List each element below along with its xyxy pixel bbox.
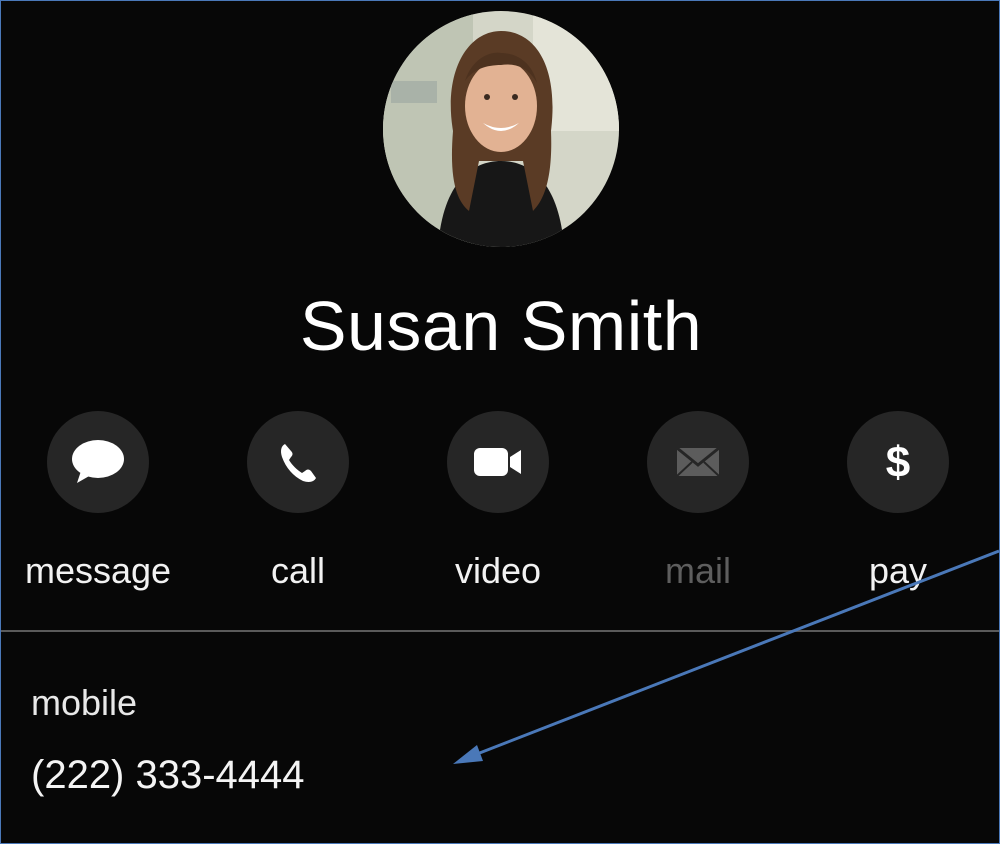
- annotation-arrow: [453, 549, 999, 764]
- contact-card-screen: Susan Smith message call video mail $ pa…: [0, 0, 1000, 844]
